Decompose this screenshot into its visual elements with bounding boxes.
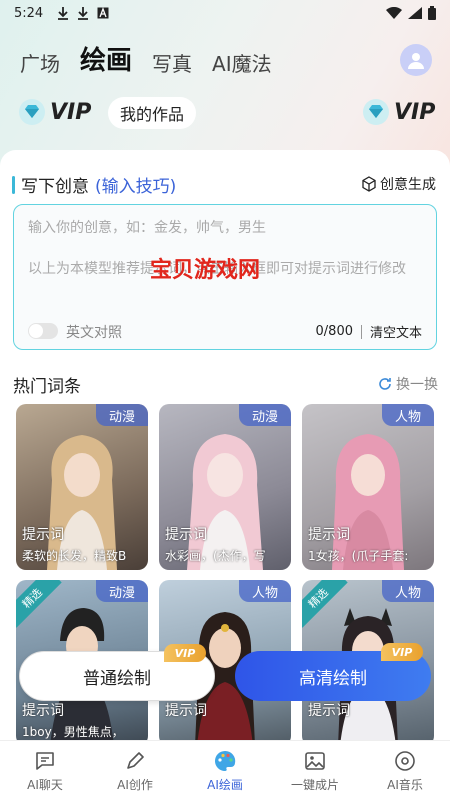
prompt-title: 提示词 (165, 703, 207, 719)
nav-ai-music[interactable]: AI音乐 (360, 741, 450, 800)
nav-one-click-film[interactable]: 一键成片 (270, 741, 360, 800)
nav-label: 一键成片 (290, 777, 339, 792)
cube-icon (362, 176, 376, 192)
idea-input-placeholder[interactable]: 输入你的创意，如：金发，帅气，男生 (28, 217, 266, 237)
refresh-icon (379, 378, 391, 390)
diamond-icon (19, 99, 45, 125)
tab-ai-magic[interactable]: AI魔法 (212, 48, 272, 77)
hd-draw-label: 高清绘制 (299, 668, 367, 689)
input-tips-link[interactable]: (输入技巧) (95, 172, 176, 197)
category-tag: 动漫 (96, 404, 148, 426)
battery-icon (428, 6, 436, 20)
prompt-title: 写下创意 (21, 177, 89, 197)
prompt-text: 1boy，男性焦点， (22, 725, 124, 739)
vip-badge-left[interactable]: VIP (18, 98, 91, 126)
divider (360, 324, 362, 339)
idea-generate-button[interactable]: 创意生成 (361, 174, 436, 194)
nav-label: AI聊天 (27, 777, 63, 792)
idea-generate-label: 创意生成 (380, 177, 436, 193)
title-accent-bar (12, 175, 15, 194)
prompt-text: 1女孩，(爪子手套: (308, 549, 409, 563)
english-toggle-label: 英文对照 (66, 325, 122, 341)
hot-section-title: 热门词条 (13, 377, 81, 397)
avatar[interactable] (400, 44, 432, 76)
vip-chip: VIP (164, 644, 206, 662)
nav-label: AI音乐 (387, 777, 423, 792)
tab-painting[interactable]: 绘画 (80, 40, 132, 77)
nav-label: AI绘画 (207, 777, 243, 792)
vip-label: VIP (50, 99, 92, 125)
user-icon (408, 53, 424, 69)
hot-item-card[interactable]: 动漫 提示词 水彩画，(杰作，写 (159, 404, 291, 570)
my-works-button[interactable]: 我的作品 (108, 97, 197, 129)
refresh-label: 换一换 (396, 377, 438, 393)
image-icon (305, 751, 325, 770)
diamond-icon (363, 99, 389, 125)
tab-portrait[interactable]: 写真 (152, 48, 192, 77)
english-toggle[interactable] (28, 323, 58, 339)
vip-badge-right[interactable]: VIP (362, 98, 435, 126)
status-time: 5:24 (14, 5, 44, 21)
category-tag: 人物 (239, 580, 291, 602)
bottom-nav: AI聊天 AI创作 AI绘画 一键成片 AI音乐 (0, 740, 450, 800)
download-icon (78, 7, 89, 20)
watermark-text: 宝贝游戏网 (150, 257, 261, 283)
input-counter-row: 0/800 清空文本 (316, 322, 422, 341)
nav-ai-chat[interactable]: AI聊天 (0, 741, 90, 800)
nav-label: AI创作 (117, 777, 153, 792)
category-tag: 人物 (382, 404, 434, 426)
vip-chip: VIP (381, 643, 423, 661)
category-tag: 动漫 (239, 404, 291, 426)
nav-ai-create[interactable]: AI创作 (90, 741, 180, 800)
prompt-title: 提示词 (22, 703, 64, 719)
nav-ai-painting[interactable]: AI绘画 (180, 741, 270, 800)
font-icon (97, 7, 109, 19)
hd-draw-button[interactable]: 高清绘制 VIP (235, 643, 431, 701)
music-disc-icon (395, 750, 415, 771)
category-tag: 动漫 (96, 580, 148, 602)
prompt-section-title: 写下创意 (输入技巧) (12, 172, 176, 197)
top-nav: 广场 绘画 写真 AI魔法 (20, 40, 272, 77)
category-tag: 人物 (382, 580, 434, 602)
char-count: 0/800 (315, 324, 353, 339)
pen-icon (127, 751, 144, 769)
status-bar: 5:24 (0, 0, 450, 26)
refresh-button[interactable]: 换一换 (378, 374, 438, 394)
chat-icon (36, 751, 54, 770)
prompt-title: 提示词 (308, 527, 350, 543)
normal-draw-button[interactable]: 普通绘制 VIP (19, 644, 215, 701)
hot-item-card[interactable]: 人物 提示词 1女孩，(爪子手套: (302, 404, 434, 570)
signal-icon (408, 7, 422, 19)
download-icon (58, 7, 69, 20)
prompt-text: 柔软的长发，精致B (22, 549, 127, 563)
prompt-text: 水彩画，(杰作，写 (165, 549, 266, 563)
vip-label: VIP (394, 99, 436, 125)
prompt-title: 提示词 (165, 527, 207, 543)
prompt-title: 提示词 (308, 703, 350, 719)
normal-draw-label: 普通绘制 (83, 668, 151, 689)
wifi-icon (386, 7, 402, 19)
clear-text-button[interactable]: 清空文本 (370, 322, 422, 341)
hot-item-card[interactable]: 动漫 提示词 柔软的长发，精致B (16, 404, 148, 570)
tab-square[interactable]: 广场 (20, 48, 60, 77)
prompt-title: 提示词 (22, 527, 64, 543)
palette-icon (215, 750, 236, 771)
